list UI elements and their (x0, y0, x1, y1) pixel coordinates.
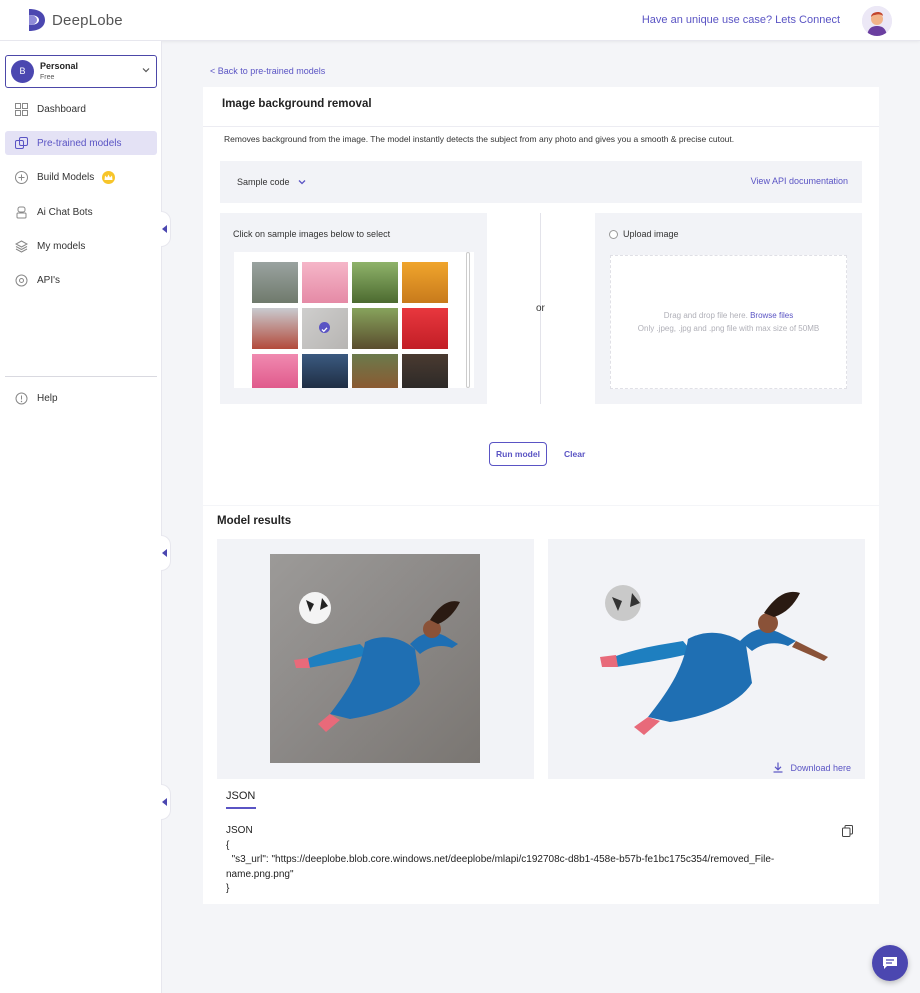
account-plan: Free (40, 74, 55, 81)
model-description: Removes background from the image. The m… (224, 134, 735, 144)
sidebar-item-pretrained-models[interactable]: Pre-trained models (5, 131, 157, 155)
samples-hint: Click on sample images below to select (233, 229, 391, 239)
sidebar-item-label: Dashboard (37, 103, 86, 115)
top-bar: DeepLobe Have an unique use case? Lets C… (0, 0, 920, 41)
deeplobe-logo-icon (29, 9, 45, 31)
sample-thumbnail[interactable] (302, 262, 348, 303)
upload-image-label: Upload image (623, 229, 679, 239)
sidebar-item-ai-chat-bots[interactable]: Ai Chat Bots (5, 200, 157, 224)
sidebar-item-help[interactable]: Help (5, 386, 157, 410)
sample-thumbnail[interactable] (402, 354, 448, 388)
download-icon (773, 762, 783, 773)
browse-files-link[interactable]: Browse files (750, 311, 793, 320)
account-avatar: B (11, 60, 34, 83)
logo[interactable]: DeepLobe (26, 7, 123, 33)
drop-instructions: Drag and drop file here. Browse files (611, 311, 846, 320)
sample-thumbnail[interactable] (252, 354, 298, 388)
chevron-down-icon[interactable] (297, 177, 307, 187)
sidebar-item-label: Help (37, 392, 58, 404)
sample-thumbnail[interactable] (302, 354, 348, 388)
check-icon (319, 322, 330, 333)
sidebar-item-build-models[interactable]: Build Models (5, 165, 157, 189)
clear-button[interactable]: Clear (564, 449, 585, 459)
sidebar: B Personal Free Dashboard Pre-trained mo… (0, 41, 162, 993)
sidebar-item-label: Build Models (37, 171, 95, 183)
sidebar-collapse-handle[interactable] (161, 784, 171, 820)
original-image-panel (217, 539, 534, 779)
divider (203, 126, 879, 127)
page-title: Image background removal (222, 98, 372, 110)
sidebar-item-dashboard[interactable]: Dashboard (5, 97, 157, 121)
sidebar-collapse-handle[interactable] (161, 211, 171, 247)
chevron-left-icon (162, 549, 167, 557)
thumbnail-scrollbar[interactable] (466, 252, 470, 388)
sample-thumbnail-selected[interactable] (302, 308, 348, 349)
api-icon (15, 274, 28, 287)
or-label: or (536, 303, 545, 314)
results-title: Model results (217, 515, 292, 527)
download-label: Download here (790, 762, 851, 773)
api-documentation-link[interactable]: View API documentation (751, 176, 848, 186)
sample-images-panel: Click on sample images below to select (220, 213, 487, 404)
plus-circle-icon (15, 170, 28, 184)
sample-code-bar: Sample code View API documentation (220, 161, 862, 203)
sample-thumbnail[interactable] (352, 308, 398, 349)
layers-icon (15, 239, 28, 253)
original-image (270, 554, 480, 763)
chat-icon (883, 957, 897, 969)
sample-thumbnail[interactable] (402, 262, 448, 303)
grid-icon (15, 102, 28, 116)
sidebar-item-label: My models (37, 240, 86, 252)
copy-icon[interactable] (842, 825, 853, 837)
run-model-button[interactable]: Run model (489, 442, 547, 466)
drop-text: Drag and drop file here. (663, 311, 748, 320)
tab-json[interactable]: JSON (226, 790, 255, 802)
chat-button[interactable] (872, 945, 908, 981)
upload-image-radio[interactable] (609, 230, 618, 239)
chevron-left-icon (162, 225, 167, 233)
sidebar-collapse-handle[interactable] (161, 535, 171, 571)
bot-icon (15, 206, 28, 219)
result-image (600, 585, 828, 735)
account-selector[interactable]: B Personal Free (5, 55, 157, 88)
info-icon (15, 392, 28, 405)
chevron-left-icon (162, 798, 167, 806)
sample-thumbnail[interactable] (352, 262, 398, 303)
sidebar-item-my-models[interactable]: My models (5, 234, 157, 258)
model-results: Model results Download here JSON JSON {… (203, 506, 879, 904)
back-link[interactable]: < Back to pre-trained models (210, 66, 325, 76)
sidebar-item-apis[interactable]: API's (5, 268, 157, 292)
account-name: Personal (40, 61, 79, 71)
model-card: Image background removal Removes backgro… (203, 87, 879, 505)
chevron-down-icon (142, 68, 150, 73)
sidebar-divider (5, 376, 157, 377)
sidebar-item-label: Ai Chat Bots (37, 206, 93, 218)
file-drop-zone[interactable]: Drag and drop file here. Browse files On… (610, 255, 847, 389)
sample-thumbnail[interactable] (252, 308, 298, 349)
sample-thumbnail[interactable] (352, 354, 398, 388)
user-avatar-icon[interactable] (862, 6, 892, 36)
upload-panel: Upload image Drag and drop file here. Br… (595, 213, 862, 404)
models-icon (15, 136, 28, 150)
brand-name: DeepLobe (52, 11, 123, 29)
result-image-panel: Download here (548, 539, 865, 779)
connect-link[interactable]: Have an unique use case? Lets Connect (642, 14, 840, 26)
json-output: JSON { "s3_url": "https://deeplobe.blob.… (226, 825, 775, 894)
sample-code-toggle[interactable]: Sample code (237, 177, 290, 187)
sidebar-item-label: API's (37, 274, 61, 286)
download-link[interactable]: Download here (773, 762, 851, 773)
sidebar-item-label: Pre-trained models (37, 137, 122, 149)
crown-icon (102, 170, 116, 184)
sample-thumbnails (234, 252, 474, 388)
file-type-hint: Only .jpeg, .jpg and .png file with max … (637, 324, 820, 333)
sample-thumbnail[interactable] (252, 262, 298, 303)
sample-thumbnail[interactable] (402, 308, 448, 349)
active-tab-indicator (226, 807, 256, 809)
